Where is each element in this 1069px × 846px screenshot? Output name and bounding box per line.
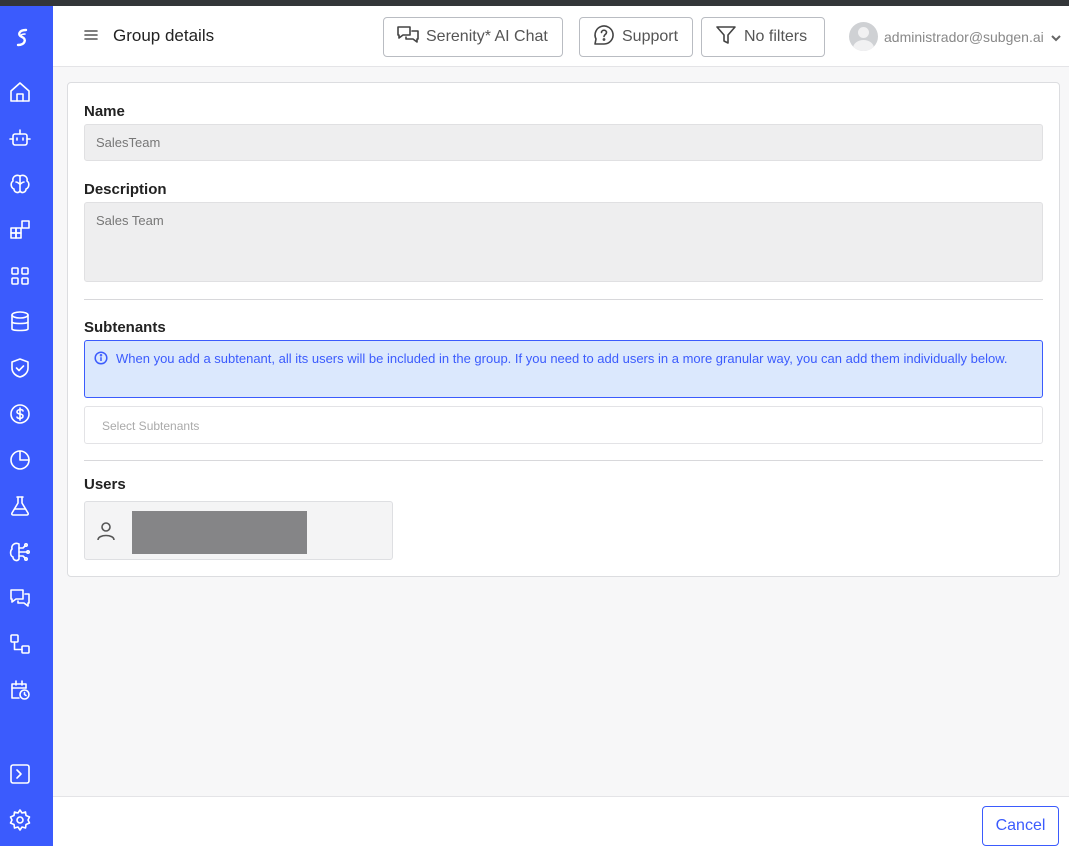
- logo-icon[interactable]: [10, 26, 34, 50]
- filter-icon: [714, 23, 738, 52]
- support-label: Support: [622, 28, 679, 45]
- help-circle-icon: [592, 23, 616, 52]
- avatar: [849, 22, 878, 51]
- footer-bar: Cancel: [53, 796, 1069, 846]
- redacted-user-name: [132, 511, 307, 554]
- description-label: Description: [84, 181, 167, 198]
- pie-chart-icon[interactable]: [8, 448, 32, 472]
- support-button[interactable]: Support: [579, 17, 693, 57]
- calendar-clock-icon[interactable]: [8, 678, 32, 702]
- brain-icon[interactable]: [8, 172, 32, 196]
- user-menu[interactable]: administrador@subgen.ai: [849, 22, 1062, 51]
- name-label: Name: [84, 103, 125, 120]
- home-icon[interactable]: [8, 80, 32, 104]
- page-title: Group details: [113, 26, 215, 45]
- hamburger-menu-icon[interactable]: [83, 27, 99, 43]
- ai-chat-button[interactable]: Serenity* AI Chat: [383, 17, 563, 57]
- widgets-icon[interactable]: [8, 218, 32, 242]
- terminal-icon[interactable]: [8, 762, 32, 786]
- grid-icon[interactable]: [8, 264, 32, 288]
- user-list-item: [84, 501, 393, 560]
- brain-circuit-icon[interactable]: [8, 540, 32, 564]
- group-details-card: Name SalesTeam Description Sales Team Su…: [67, 82, 1060, 577]
- dollar-icon[interactable]: [8, 402, 32, 426]
- flask-icon[interactable]: [8, 494, 32, 518]
- gear-icon[interactable]: [8, 808, 32, 832]
- person-icon: [95, 520, 117, 542]
- name-field: SalesTeam: [84, 124, 1043, 161]
- chat-bubbles-icon: [396, 23, 420, 52]
- description-field: Sales Team: [84, 202, 1043, 282]
- info-icon: [94, 351, 108, 365]
- ai-chat-label: Serenity* AI Chat: [426, 28, 548, 45]
- bot-icon[interactable]: [8, 126, 32, 150]
- subtenants-info-alert: When you add a subtenant, all its users …: [84, 340, 1043, 398]
- users-label: Users: [84, 476, 126, 493]
- cancel-button[interactable]: Cancel: [982, 806, 1059, 846]
- user-email: administrador@subgen.ai: [884, 28, 1044, 45]
- section-divider: [84, 299, 1043, 300]
- sidebar: [0, 6, 53, 846]
- filters-button[interactable]: No filters: [701, 17, 825, 57]
- database-icon[interactable]: [8, 310, 32, 334]
- subtenants-info-text: When you add a subtenant, all its users …: [116, 351, 1008, 366]
- subtenants-label: Subtenants: [84, 319, 166, 336]
- filters-label: No filters: [744, 28, 808, 45]
- subtenants-select[interactable]: Select Subtenants: [84, 406, 1043, 444]
- chat-icon[interactable]: [8, 586, 32, 610]
- section-divider: [84, 460, 1043, 461]
- top-header: Group details Serenity* AI Chat Support …: [53, 6, 1069, 67]
- shield-check-icon[interactable]: [8, 356, 32, 380]
- chevron-down-icon: [1050, 31, 1062, 43]
- workflow-icon[interactable]: [8, 632, 32, 656]
